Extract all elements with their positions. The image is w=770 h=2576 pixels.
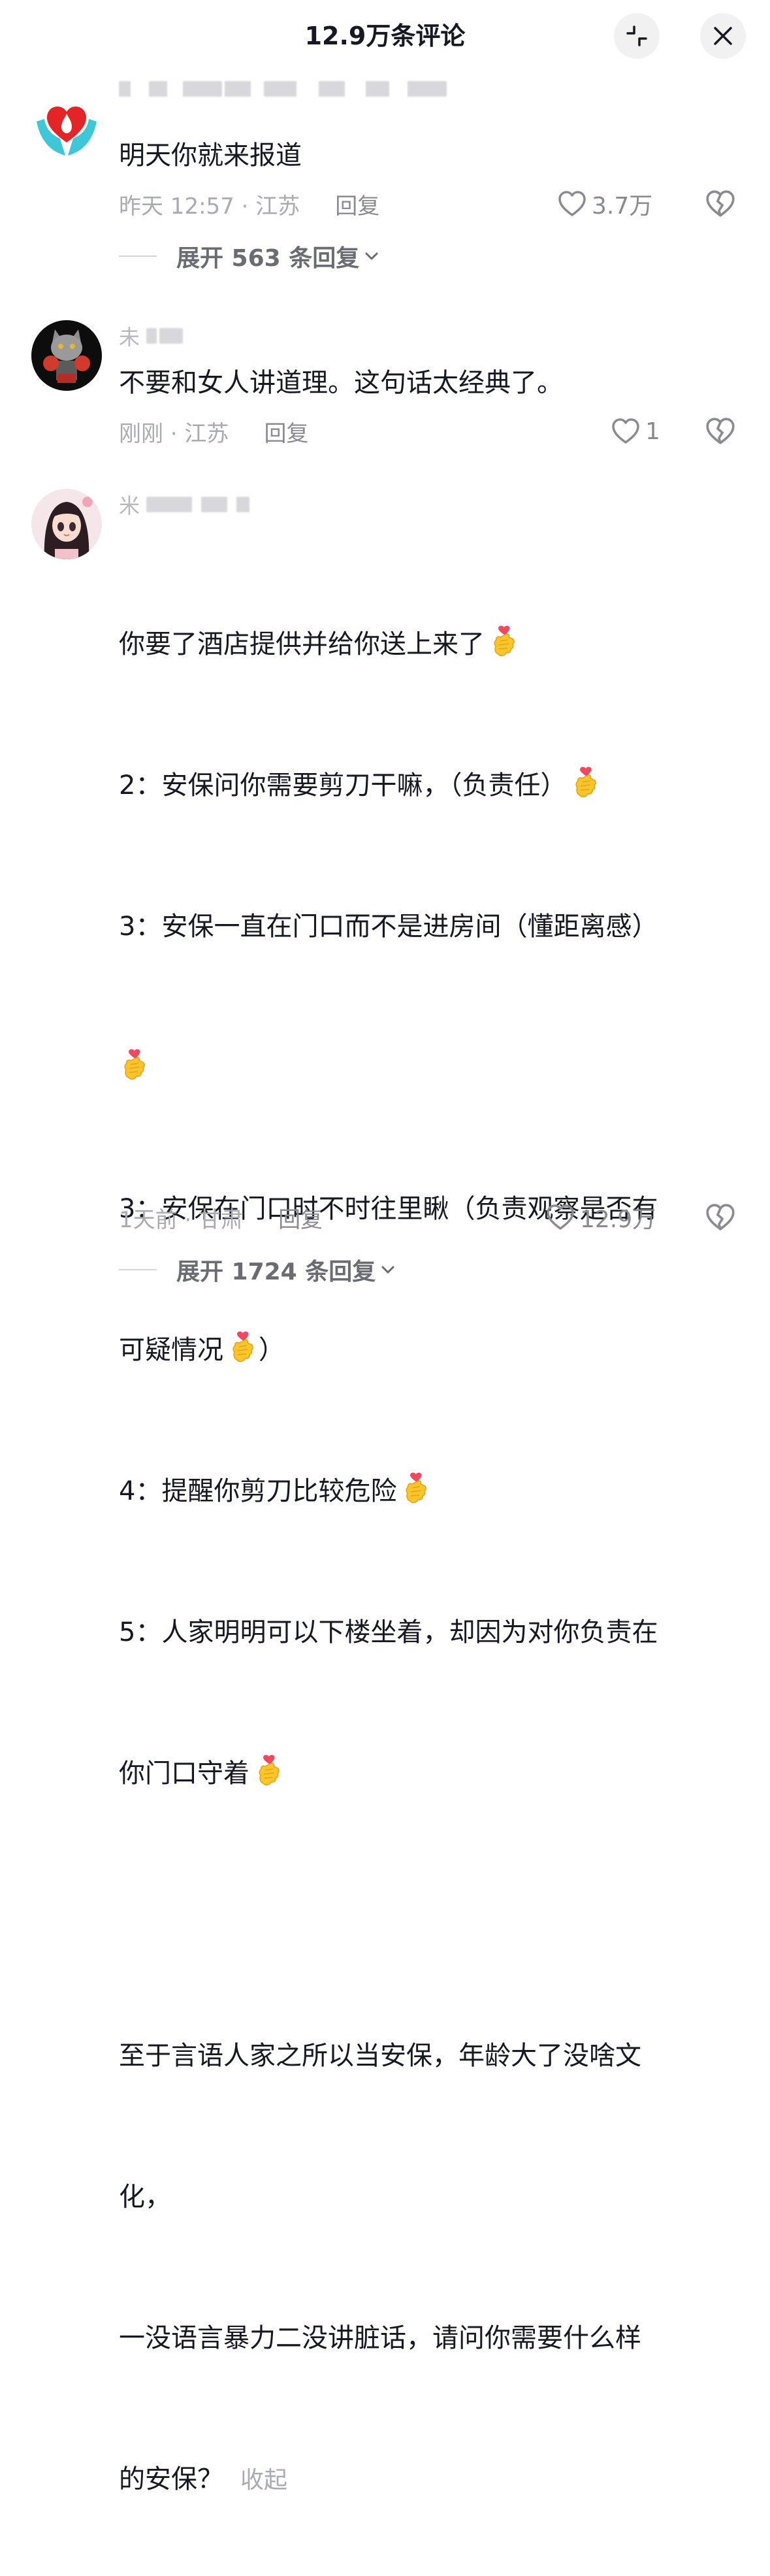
comment-line: 化，: [119, 2182, 171, 2212]
finger-heart-emoji-icon: [400, 1472, 432, 1505]
cat-boxer-avatar-icon: [31, 320, 102, 391]
time-location: 刚刚 · 江苏: [119, 420, 229, 447]
expand-replies-button[interactable]: 展开 563 条回复: [119, 240, 380, 272]
comment-line: 2：安保问你需要剪刀干嘛，（负责任）: [119, 762, 733, 809]
collapse-text-button[interactable]: 收起: [240, 2467, 287, 2494]
like-button[interactable]: 3.7万: [556, 188, 652, 220]
broken-heart-icon[interactable]: [704, 415, 737, 448]
finger-heart-emoji-icon: [227, 1331, 259, 1364]
reply-button[interactable]: 回复: [278, 1202, 323, 1234]
like-button[interactable]: 1: [610, 415, 660, 448]
like-count: 3.7万: [592, 193, 653, 220]
avatar[interactable]: [31, 95, 102, 166]
username-text: 米: [119, 493, 140, 518]
expand-replies-label: 展开 1724 条回复: [176, 1259, 376, 1285]
avatar[interactable]: [31, 320, 102, 391]
comment-text: 明天你就来报道: [119, 140, 302, 171]
expand-replies-button[interactable]: 展开 1724 条回复: [119, 1253, 396, 1286]
comment-text: 不要和女人讲道理。这句话太经典了。: [119, 368, 563, 398]
comment-line: 可疑情况）: [119, 1327, 733, 1374]
username-redacted[interactable]: 米: [119, 491, 250, 518]
anime-girl-avatar-icon: [31, 489, 102, 559]
comment-meta: 刚刚 · 江苏 回复: [119, 415, 308, 448]
heart-outline-icon: [556, 188, 588, 220]
close-button[interactable]: [700, 13, 746, 59]
comment-line: 3：安保一直在门口而不是进房间（懂距离感）: [119, 912, 658, 942]
divider-line: [119, 1269, 157, 1270]
comment-meta: 1天前 · 甘肃 回复: [119, 1201, 323, 1234]
time-location: 昨天 12:57 · 江苏: [119, 193, 300, 220]
broken-heart-icon[interactable]: [704, 1201, 737, 1234]
heart-outline-icon: [610, 416, 641, 447]
reply-button[interactable]: 回复: [264, 416, 308, 448]
heart-outline-icon: [545, 1202, 576, 1233]
username-redacted[interactable]: [119, 76, 447, 102]
collapse-arrows-icon: [626, 25, 647, 46]
finger-heart-emoji-icon: [489, 625, 520, 658]
comment-line: [119, 1044, 733, 1091]
comment-line: 的安保？ 收起: [119, 2464, 288, 2494]
avatar[interactable]: [31, 489, 102, 559]
charity-logo-avatar-icon: [37, 107, 97, 156]
comment-meta: 昨天 12:57 · 江苏 回复: [119, 188, 379, 220]
broken-heart-icon[interactable]: [704, 188, 737, 220]
comment-line: 你门口守着: [119, 1750, 733, 1797]
like-count: 1: [645, 418, 660, 445]
comment-line: 至于言语人家之所以当安保，年龄大了没啥文: [119, 2041, 641, 2071]
like-count: 12.9万: [580, 1206, 656, 1233]
close-icon: [714, 27, 732, 45]
comment-line: 一没语言暴力二没讲脏话，请问你需要什么样: [119, 2323, 641, 2353]
finger-heart-emoji-icon: [570, 767, 602, 799]
finger-heart-emoji-icon: [119, 1049, 150, 1082]
comments-header: 12.9万条评论: [0, 0, 770, 65]
reply-button[interactable]: 回复: [335, 188, 379, 220]
comment-line: 5：人家明明可以下楼坐着，却因为对你负责在: [119, 1617, 658, 1647]
expand-replies-label: 展开 563 条回复: [176, 245, 360, 272]
comment-text: 你要了酒店提供并给你送上来了 2：安保问你需要剪刀干嘛，（负责任） 3：安保一直…: [119, 527, 733, 2576]
username-redacted[interactable]: 未: [119, 323, 184, 350]
collapse-button[interactable]: [614, 13, 660, 59]
comment-line: 4：提醒你剪刀比较危险: [119, 1468, 733, 1515]
chevron-down-icon: [381, 1266, 394, 1274]
finger-heart-emoji-icon: [253, 1755, 285, 1787]
username-text: 未: [119, 325, 140, 350]
chevron-down-icon: [365, 252, 378, 260]
like-button[interactable]: 12.9万: [545, 1201, 656, 1234]
time-location: 1天前 · 甘肃: [119, 1206, 244, 1233]
comment-line: 你要了酒店提供并给你送上来了: [119, 621, 733, 668]
divider-line: [119, 256, 157, 257]
